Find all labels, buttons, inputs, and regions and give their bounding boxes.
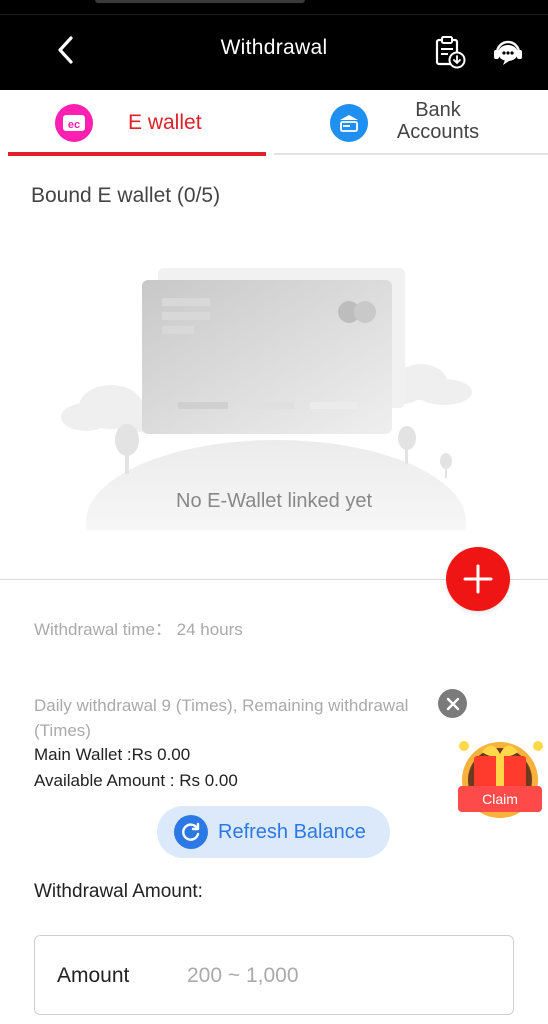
tab-e-wallet-label: E wallet xyxy=(128,111,202,134)
withdrawal-time-text: Withdrawal time： 24 hours xyxy=(34,620,243,639)
tab-bank-accounts[interactable]: Bank Accounts xyxy=(274,90,548,156)
refresh-icon xyxy=(174,815,208,849)
wallet-icon: ec xyxy=(55,104,93,142)
tab-e-wallet[interactable]: ec E wallet xyxy=(8,90,266,156)
withdrawal-amount-label: Withdrawal Amount: xyxy=(34,881,203,902)
close-icon xyxy=(446,697,459,710)
amount-field: Amount xyxy=(34,935,514,1015)
withdrawal-records-button[interactable] xyxy=(432,34,468,70)
refresh-balance-button[interactable]: Refresh Balance xyxy=(157,806,390,858)
main-wallet-balance: Main Wallet :Rs 0.00 xyxy=(34,745,191,764)
bank-card-icon xyxy=(330,104,368,142)
refresh-balance-label: Refresh Balance xyxy=(218,821,366,843)
add-e-wallet-button[interactable] xyxy=(446,547,510,611)
amount-field-label: Amount xyxy=(57,964,130,987)
svg-text:ec: ec xyxy=(68,119,80,131)
amount-input[interactable] xyxy=(187,958,487,994)
daily-withdrawal-text: Daily withdrawal 9 (Times), Remaining wi… xyxy=(34,696,409,740)
top-bar: Withdrawal xyxy=(0,0,548,90)
active-tab-indicator xyxy=(8,152,266,156)
wallet-tabs: ec E wallet Bank Accounts xyxy=(0,90,548,156)
close-gift-button[interactable] xyxy=(438,689,467,718)
withdrawal-page: Withdrawal ec E wallet Bank Accounts Bou… xyxy=(0,0,548,1024)
empty-state-text: No E-Wallet linked yet xyxy=(176,490,372,512)
status-indicator xyxy=(95,0,305,3)
claim-gift-widget[interactable]: Claim xyxy=(452,734,548,818)
customer-support-button[interactable] xyxy=(490,34,526,70)
claim-label: Claim xyxy=(482,791,518,807)
tab-bank-accounts-label: Bank Accounts xyxy=(396,99,480,143)
available-amount: Available Amount : Rs 0.00 xyxy=(34,771,238,790)
bound-e-wallet-title: Bound E wallet (0/5) xyxy=(31,184,221,207)
clipboard-download-icon xyxy=(435,36,466,69)
status-divider xyxy=(0,14,548,15)
plus-icon xyxy=(463,564,493,594)
tab-underline xyxy=(274,153,548,155)
headset-support-icon xyxy=(494,40,522,65)
